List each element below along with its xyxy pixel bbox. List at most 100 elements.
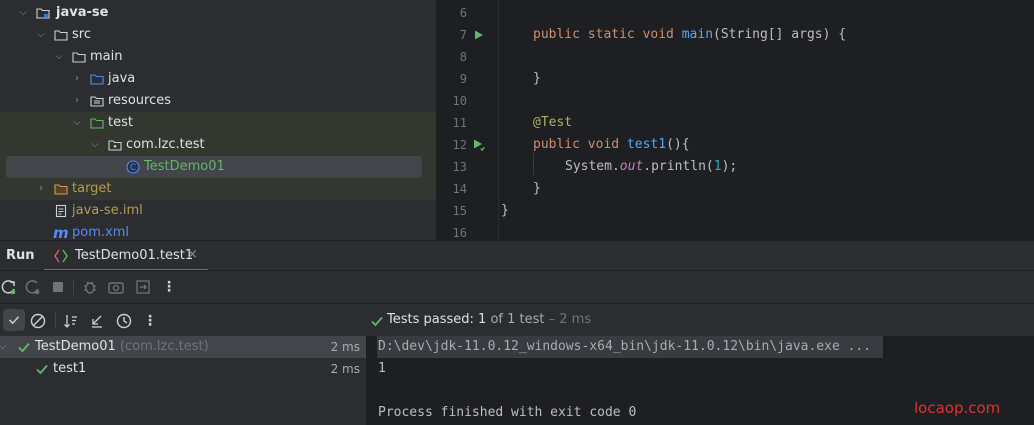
- line-number: 15: [452, 204, 467, 218]
- result-row-test1[interactable]: test1 2 ms: [0, 358, 366, 380]
- export-icon[interactable]: [134, 278, 152, 296]
- run-gutter-icon[interactable]: [474, 30, 484, 40]
- code-text: .println(: [643, 159, 714, 174]
- console-command-line[interactable]: D:\dev\jdk-11.0.12_windows-x64_bin\jdk-1…: [378, 336, 871, 358]
- rerun-icon[interactable]: [0, 278, 18, 296]
- show-passed-toggle[interactable]: [3, 309, 25, 331]
- more-options-icon[interactable]: ⋮: [141, 312, 159, 330]
- code-method: main: [681, 27, 714, 42]
- chevron-down-icon[interactable]: ⌵: [34, 24, 48, 46]
- result-package: (com.lzc.test): [119, 339, 209, 354]
- code-text: }: [533, 71, 541, 86]
- tree-item-resources[interactable]: › resources: [0, 90, 436, 112]
- show-ignored-icon[interactable]: [29, 312, 47, 330]
- line-number: 16: [452, 226, 467, 240]
- line-number: 13: [452, 160, 467, 174]
- debug-icon[interactable]: [81, 278, 99, 296]
- excluded-folder-icon: [54, 184, 68, 195]
- code-line: 10: [436, 90, 1034, 112]
- chevron-right-icon[interactable]: ›: [70, 68, 84, 90]
- code-line: 7 public static void main(String[] args)…: [436, 24, 1034, 46]
- line-number: 9: [459, 72, 467, 86]
- code-text: }: [501, 203, 509, 218]
- code-line: 16: [436, 222, 1034, 240]
- package-icon: [108, 140, 122, 151]
- tree-item-label: resources: [108, 93, 172, 108]
- chevron-down-icon[interactable]: ⌵: [0, 336, 7, 358]
- module-folder-icon: [36, 8, 50, 19]
- passed-check-icon: [18, 342, 30, 353]
- tree-item-main[interactable]: ⌵ main: [0, 46, 436, 68]
- tree-item-src[interactable]: ⌵ src: [0, 24, 436, 46]
- result-time: 2 ms: [330, 340, 360, 354]
- test-results-toolbar: ⋮: [0, 303, 366, 337]
- tree-item-label: test: [108, 115, 133, 130]
- line-number: 11: [452, 116, 467, 130]
- tests-duration: – 2 ms: [548, 312, 592, 327]
- test-run-gutter-icon[interactable]: [473, 139, 486, 152]
- camera-icon[interactable]: [107, 278, 125, 296]
- run-tool-window-header: Run TestDemo01.test1 ×: [0, 240, 1034, 271]
- code-method: test1: [626, 137, 667, 152]
- line-number: 10: [452, 94, 467, 108]
- code-line: 11 @Test: [436, 112, 1034, 134]
- chevron-right-icon[interactable]: ›: [34, 178, 48, 200]
- code-line: 12 public void test1(){: [436, 134, 1034, 156]
- chevron-down-icon[interactable]: ⌵: [16, 2, 30, 24]
- passed-check-icon: [36, 364, 48, 375]
- line-number: 14: [452, 182, 467, 196]
- tree-item-label: com.lzc.test: [126, 137, 205, 152]
- console-output-line: 1: [378, 361, 386, 376]
- tree-item-label: java-se: [56, 5, 109, 20]
- iml-file-icon: [55, 204, 67, 218]
- result-time: 2 ms: [330, 362, 360, 376]
- more-options-icon[interactable]: ⋮: [160, 278, 178, 296]
- tree-item-pom[interactable]: m pom.xml: [0, 222, 436, 240]
- tree-item-java-se[interactable]: ⌵ java-se: [0, 2, 436, 24]
- rerun-failed-icon[interactable]: [24, 278, 42, 296]
- checkmark-icon: [8, 316, 20, 325]
- console-output[interactable]: D:\dev\jdk-11.0.12_windows-x64_bin\jdk-1…: [366, 336, 1034, 425]
- line-number: 8: [459, 50, 467, 64]
- tree-item-target[interactable]: › target: [0, 178, 436, 200]
- history-icon[interactable]: [115, 312, 133, 330]
- class-icon: C: [126, 160, 140, 174]
- stop-icon[interactable]: [49, 278, 67, 296]
- run-tab[interactable]: TestDemo01.test1 ×: [44, 241, 208, 271]
- result-name: test1: [53, 361, 87, 376]
- tree-item-test[interactable]: ⌵ test: [0, 112, 436, 134]
- run-title: Run: [6, 248, 35, 263]
- source-folder-icon: [90, 74, 104, 85]
- chevron-down-icon[interactable]: ⌵: [52, 46, 66, 68]
- code-line: 14 }: [436, 178, 1034, 200]
- code-text: );: [721, 159, 738, 174]
- tests-passed-label: Tests passed:: [387, 312, 474, 327]
- console-exit-line: Process finished with exit code 0: [378, 405, 637, 420]
- tree-item-label: target: [72, 181, 112, 196]
- tree-item-testdemo01[interactable]: C TestDemo01: [0, 156, 436, 178]
- test-status-bar: Tests passed: 1 of 1 test – 2 ms: [366, 303, 1034, 337]
- code-editor[interactable]: 6 7 public static void main(String[] arg…: [436, 0, 1034, 240]
- chevron-right-icon[interactable]: ›: [70, 90, 84, 112]
- folder-icon: [72, 52, 86, 63]
- tests-total-label: of 1 test: [490, 312, 545, 327]
- toolbar-separator: [73, 279, 74, 295]
- tree-item-iml[interactable]: java-se.iml: [0, 200, 436, 222]
- code-line: 6: [436, 2, 1034, 24]
- chevron-down-icon[interactable]: ⌵: [88, 134, 102, 156]
- maven-icon: m: [53, 224, 69, 240]
- sort-icon[interactable]: [62, 312, 80, 330]
- test-results-tree: ⌵ TestDemo01 (com.lzc.test) 2 ms test1 2…: [0, 336, 366, 425]
- collapse-all-icon[interactable]: [88, 312, 106, 330]
- result-row-testdemo01[interactable]: ⌵ TestDemo01 (com.lzc.test) 2 ms: [0, 336, 366, 358]
- project-tree: ⌵ java-se ⌵ src ⌵ main › java › resource…: [0, 0, 436, 240]
- tree-item-label: main: [90, 49, 123, 64]
- chevron-down-icon[interactable]: ⌵: [70, 112, 84, 134]
- tree-item-label: TestDemo01: [144, 159, 225, 174]
- watermark: locaop.com: [914, 399, 1001, 417]
- code-static-field: out: [619, 159, 644, 174]
- close-icon[interactable]: ×: [187, 247, 198, 262]
- code-line: 8: [436, 46, 1034, 68]
- tree-item-java[interactable]: › java: [0, 68, 436, 90]
- tree-item-package[interactable]: ⌵ com.lzc.test: [0, 134, 436, 156]
